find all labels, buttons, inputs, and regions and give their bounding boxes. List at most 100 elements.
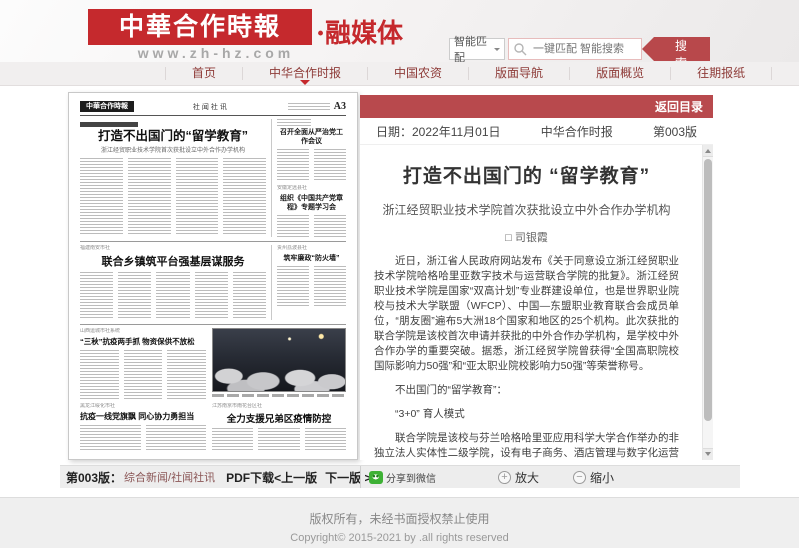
back-to-catalog-label: 返回目录 bbox=[655, 98, 703, 115]
fake-text-column bbox=[176, 158, 219, 236]
fake-text-column bbox=[233, 272, 266, 320]
logo-suffix: ·融媒体 bbox=[316, 13, 403, 50]
minus-circle-icon: − bbox=[573, 471, 586, 484]
article-paragraph: 近日，浙江省人民政府网站发布《关于同意设立浙江经贸职业技术学院哈格哈里亚数字技术… bbox=[374, 254, 679, 374]
copyright-line-en: Copyright© 2015-2021 by .all rights rese… bbox=[0, 532, 799, 544]
thumb-right1-label-lines bbox=[277, 119, 311, 126]
nav-item-page-nav[interactable]: 版面导航 bbox=[469, 67, 570, 80]
thumb-section-label: 社闻社讯 bbox=[193, 102, 229, 112]
nav-item-past-issues[interactable]: 往期报纸 bbox=[671, 67, 772, 80]
toolbar-page-label: 第003版： bbox=[66, 469, 122, 486]
thumb-low-row: 山西运城市社系统 “三秋”抗疫两手抓 物资保供不放松 bbox=[80, 324, 346, 400]
fake-text-column bbox=[118, 272, 151, 320]
article-paragraph: 不出国门的“留学教育”： bbox=[374, 383, 679, 398]
thumb-right2-label: 安徽定远县社 bbox=[277, 185, 346, 192]
chevron-down-icon bbox=[494, 48, 500, 54]
fake-text-column bbox=[124, 350, 163, 400]
thumb-bottom-label: 黑龙江绥化市社 bbox=[80, 403, 206, 410]
search-button[interactable]: 搜 索 bbox=[642, 37, 710, 61]
wechat-icon[interactable] bbox=[369, 471, 383, 484]
fake-text-column bbox=[195, 272, 228, 320]
thumb-masthead: 中華合作時報 社闻社讯 A3 bbox=[80, 101, 346, 116]
nav-item-zgnz[interactable]: 中国农资 bbox=[368, 67, 469, 80]
zoom-out-button[interactable]: − 缩小 bbox=[573, 469, 614, 486]
article-paragraph: 联合学院是该校与芬兰哈格哈里亚应用科学大学合作举办的非独立法人实体性二级学院，设… bbox=[374, 431, 679, 460]
site-header: 中華合作時報 ·融媒体 www.zh-hz.com 智能匹配 搜 索 bbox=[0, 0, 799, 62]
thumb-right-column: 召开全面从严治党工作会议 安徽定远县社 组织《中国共产党章程》专题学习会 bbox=[271, 119, 346, 237]
thumb-right1-title: 召开全面从严治党工作会议 bbox=[277, 128, 346, 146]
newspaper-page-thumbnail[interactable]: 中華合作時報 社闻社讯 A3 打造不出国门的“留学教育” 浙江经贸职业技术学院首… bbox=[68, 92, 358, 460]
thumb-right3-label: 贵州荔波县社 bbox=[277, 245, 346, 252]
thumb-photo-label: 江苏南京市雨花台区社 bbox=[212, 403, 346, 410]
scrollbar-thumb[interactable] bbox=[704, 159, 712, 421]
thumb-masthead-right: A3 bbox=[288, 101, 346, 112]
pdf-download-button[interactable]: PDF下载 bbox=[226, 469, 274, 486]
thumb-mid-article: 福建南安市社 联合乡镇筑平台强基层谋服务 bbox=[80, 245, 266, 320]
scroll-up-button[interactable] bbox=[703, 145, 713, 157]
site-footer: 版权所有，未经书面授权禁止使用 Copyright© 2015-2021 by … bbox=[0, 497, 799, 548]
article-panel: 返回目录 日期：2022年11月01日 中华合作时报 第003版 打造不出国门的… bbox=[360, 95, 713, 460]
site-logo[interactable]: 中華合作時報 bbox=[88, 9, 312, 45]
article-date: 日期：2022年11月01日 bbox=[376, 123, 501, 140]
share-wechat-button[interactable]: 分享到微信 bbox=[386, 470, 436, 485]
thumb-photo-text bbox=[212, 428, 346, 452]
article-scrollbar[interactable] bbox=[702, 145, 713, 460]
thumb-bottom-text bbox=[80, 425, 206, 451]
article-paragraph: “3+0” 育人模式 bbox=[374, 407, 679, 422]
thumb-bottom-row: 黑龙江绥化市社 抗疫一线党旗飘 同心协力勇担当 江苏南京市雨花台区社 全力支援兄… bbox=[80, 403, 346, 452]
main-content: 中華合作時報 社闻社讯 A3 打造不出国门的“留学教育” 浙江经贸职业技术学院首… bbox=[0, 86, 799, 465]
article-page-no: 第003版 bbox=[653, 123, 697, 140]
fake-text-column bbox=[80, 272, 113, 320]
thumb-top-row: 打造不出国门的“留学教育” 浙江经贸职业技术学院首次获批设立中外合作办学机构 召… bbox=[80, 119, 346, 237]
search-mode-label: 智能匹配 bbox=[454, 33, 494, 65]
thumb-low-headline: “三秋”抗疫两手抓 物资保供不放松 bbox=[80, 336, 206, 347]
thumb-page-letter: A3 bbox=[334, 101, 346, 112]
zoom-out-label: 缩小 bbox=[590, 469, 614, 486]
fake-text-column bbox=[80, 350, 119, 400]
prev-page-button[interactable]: <上一版 bbox=[274, 469, 317, 486]
thumb-lead-subhead: 浙江经贸职业技术学院首次获批设立中外合作办学机构 bbox=[80, 145, 266, 154]
search-input-wrap bbox=[508, 38, 642, 60]
search-input[interactable] bbox=[508, 38, 642, 60]
bottom-toolbar: 第003版： 综合新闻/社闻社讯 PDF下载 <上一版 下一版 > 分享到微信 … bbox=[60, 465, 740, 488]
fake-text-column bbox=[223, 158, 266, 236]
thumb-low-article: 山西运城市社系统 “三秋”抗疫两手抓 物资保供不放松 bbox=[80, 328, 206, 400]
triangle-up-icon bbox=[705, 146, 711, 153]
thumb-photo-headline: 全力支援兄弟区疫情防控 bbox=[212, 411, 346, 425]
article-title: 打造不出国门的 “留学教育” bbox=[374, 161, 679, 188]
page-nav-links: <上一版 下一版 > bbox=[274, 469, 371, 486]
zoom-in-button[interactable]: + 放大 bbox=[498, 469, 539, 486]
article-paper-name: 中华合作时报 bbox=[541, 123, 613, 140]
fake-text-column bbox=[212, 428, 253, 452]
thumb-lead-text bbox=[80, 158, 266, 236]
fake-text-column bbox=[80, 158, 123, 236]
fake-text-column bbox=[80, 425, 141, 451]
thumb-right3-article: 贵州荔波县社 筑牢廉政“防火墙” bbox=[271, 245, 346, 320]
nav-item-home[interactable]: 首页 bbox=[165, 67, 243, 80]
fake-text-column bbox=[167, 350, 206, 400]
thumb-low-label: 山西运城市社系统 bbox=[80, 328, 206, 335]
thumb-mid-text bbox=[80, 272, 266, 320]
nav-item-zhhzsb[interactable]: 中华合作时报 bbox=[243, 67, 368, 80]
fake-text-column bbox=[277, 149, 309, 181]
thumb-mid-row: 福建南安市社 联合乡镇筑平台强基层谋服务 贵州荔波县社 筑牢廉政“防火墙” bbox=[80, 241, 346, 320]
zoom-controls: + 放大 − 缩小 bbox=[498, 469, 614, 486]
scroll-down-button[interactable] bbox=[703, 448, 713, 460]
thumb-photo-article: 江苏南京市雨花台区社 全力支援兄弟区疫情防控 bbox=[212, 403, 346, 452]
nav-item-page-overview[interactable]: 版面概览 bbox=[570, 67, 671, 80]
fake-text-column bbox=[146, 425, 207, 451]
thumb-mid-headline: 联合乡镇筑平台强基层谋服务 bbox=[80, 253, 266, 269]
back-to-catalog-button[interactable]: 返回目录 bbox=[360, 95, 713, 118]
search-mode-select[interactable]: 智能匹配 bbox=[449, 38, 505, 60]
article-body: 打造不出国门的 “留学教育” 浙江经贸职业技术学院首次获批设立中外合作办学机构 … bbox=[360, 161, 713, 460]
fake-text-column bbox=[305, 428, 346, 452]
thumb-right3-text bbox=[277, 266, 346, 308]
fake-text-column bbox=[258, 428, 299, 452]
thumb-lead-tag bbox=[80, 122, 138, 127]
article-author: □ 司银霞 bbox=[374, 229, 679, 245]
fake-text-column bbox=[314, 149, 346, 181]
fake-text-column bbox=[277, 266, 309, 308]
toolbar-right: 分享到微信 + 放大 − 缩小 bbox=[360, 466, 740, 488]
toolbar-section-link[interactable]: 综合新闻/社闻社讯 bbox=[124, 469, 215, 485]
thumb-low-text bbox=[80, 350, 206, 400]
